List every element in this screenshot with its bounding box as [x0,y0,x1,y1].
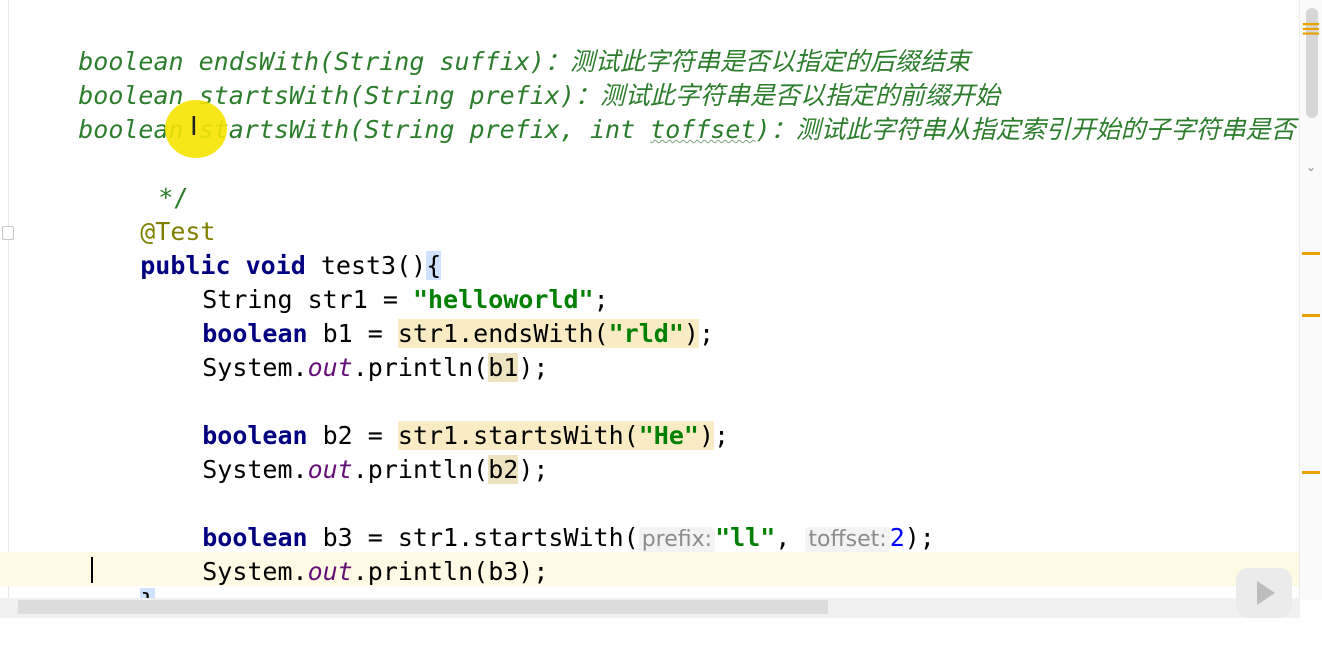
parameter-hint: prefix: [638,527,716,552]
chevron-down-icon[interactable]: ⌄ [1306,160,1316,174]
fold-marker[interactable] [2,226,14,240]
code-text: ); [518,353,549,382]
code-line: String str1 = "helloworld"; [142,249,608,314]
gutter [8,0,9,600]
code-text: .println(b3); [352,557,549,586]
comment-text: boolean startsWith(String prefix, int [78,115,651,144]
error-stripe[interactable]: ≡ ⌄ [1299,0,1322,600]
code-line: boolean b2 = str1.startsWith("He"); [142,385,729,450]
static-field: out [307,353,353,382]
code-text: ) [698,421,714,450]
parameter-hint: toffset: [805,527,890,552]
menu-icon[interactable]: ≡ [1300,16,1322,42]
code-text: ) [683,319,699,348]
code-line: @Test [80,181,215,246]
code-text: ; [714,421,730,450]
comment-text: ) [755,115,771,144]
warning-marker[interactable] [1302,314,1320,317]
comment-text: toffset [650,115,756,144]
text-cursor-icon: I [190,112,198,142]
warning-marker[interactable] [1302,471,1320,474]
code-text: ; [698,319,714,348]
variable: b2 [488,455,519,484]
static-field: out [307,455,353,484]
variable: b1 [488,353,519,382]
code-text: , [775,523,806,552]
code-line: boolean b1 = str1.endsWith("rld"); [142,283,714,348]
code-text: System. [202,557,308,586]
code-line: boolean b3 = str1.startsWith(prefix: "ll"… [142,487,935,552]
text-caret [91,557,93,583]
code-line: boolean startsWith(String prefix)：测试此字符串… [18,45,1000,110]
comment-text: ：测试此字符串从指定索引开始的子字符串是否 [770,115,1296,144]
code-text: .println( [352,353,489,382]
string-literal: "He" [638,421,699,450]
string-literal: "rld" [608,319,684,348]
string-literal: "ll" [715,523,776,552]
code-text: System. [202,353,308,382]
code-text: ); [518,455,549,484]
code-line: System.out.println(b1); [142,317,548,382]
code-line: public void test3(){ [80,215,442,280]
code-text: System. [202,455,308,484]
code-line: boolean endsWith(String suffix)：测试此字符串是否… [18,11,970,76]
number-literal: 2 [889,523,905,552]
code-text: ); [904,523,935,552]
code-line: System.out.println(b3); [142,521,548,586]
code-line: */ [98,147,188,212]
code-text: .println( [352,455,489,484]
code-line: System.out.println(b2); [142,419,548,484]
warning-marker[interactable] [1302,252,1320,255]
static-field: out [307,557,353,586]
code-editor[interactable]: boolean endsWith(String suffix)：测试此字符串是否… [0,0,1300,617]
play-button[interactable] [1236,568,1292,618]
horizontal-scrollbar[interactable] [18,600,828,614]
